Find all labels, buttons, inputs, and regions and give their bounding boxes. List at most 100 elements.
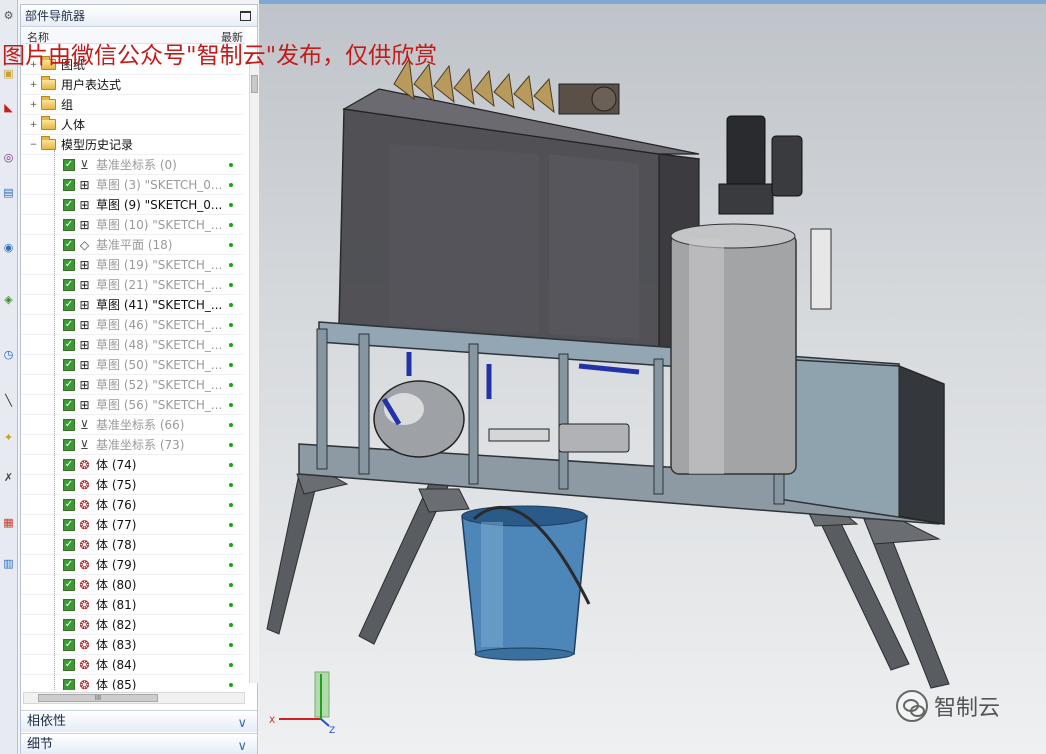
visibility-checkbox[interactable]: ✓	[63, 659, 75, 671]
web-browser-icon[interactable]: ◉	[1, 240, 16, 255]
up-to-date-mark-icon	[229, 383, 233, 387]
visibility-checkbox[interactable]: ✓	[63, 179, 75, 191]
tree-row[interactable]: ✓ ❂ 体 (81)	[21, 595, 243, 615]
process-studio-icon[interactable]: ✗	[1, 470, 16, 485]
visibility-checkbox[interactable]: ✓	[63, 459, 75, 471]
tree-row[interactable]: ✓ ❂ 体 (75)	[21, 475, 243, 495]
constraint-navigator-icon[interactable]: ◣	[1, 100, 16, 115]
tree-row[interactable]: ✓ ⊻ 基准坐标系 (0)	[21, 155, 243, 175]
up-to-date-mark-icon	[229, 623, 233, 627]
tree-row[interactable]: + 人体	[21, 115, 243, 135]
tree-row[interactable]: ✓ ❂ 体 (77)	[21, 515, 243, 535]
tree-row[interactable]: ✓ ⊞ 草图 (56) "SKETCH_...	[21, 395, 243, 415]
expand-toggle-icon[interactable]: +	[29, 101, 38, 110]
section-details-label: 细节	[27, 737, 54, 752]
horizontal-scrollbar[interactable]: III	[23, 692, 245, 704]
tree-row[interactable]: ✓ ❂ 体 (78)	[21, 535, 243, 555]
expand-toggle-icon[interactable]: +	[29, 121, 38, 130]
expand-toggle-icon[interactable]: +	[29, 81, 38, 90]
tree-row[interactable]: − 模型历史记录	[21, 135, 243, 155]
history-icon[interactable]: ◈	[1, 292, 16, 307]
navigator-title: 部件导航器	[25, 9, 86, 23]
tree-row[interactable]: ✓ ❂ 体 (74)	[21, 455, 243, 475]
tree-row[interactable]: ✓ ⊞ 草图 (46) "SKETCH_...	[21, 315, 243, 335]
visibility-checkbox[interactable]: ✓	[63, 299, 75, 311]
chevron-down-icon[interactable]: ∨	[237, 713, 247, 735]
vertical-scroll-thumb[interactable]	[251, 75, 258, 93]
graphics-viewport[interactable]: X Z	[259, 4, 1046, 754]
visibility-checkbox[interactable]: ✓	[63, 419, 75, 431]
tree-row[interactable]: + 组	[21, 95, 243, 115]
visibility-checkbox[interactable]: ✓	[63, 679, 75, 690]
horizontal-scroll-thumb[interactable]: III	[38, 694, 158, 702]
visibility-checkbox[interactable]: ✓	[63, 279, 75, 291]
visibility-checkbox[interactable]: ✓	[63, 579, 75, 591]
visibility-checkbox[interactable]: ✓	[63, 539, 75, 551]
tree-row[interactable]: ✓ ◇ 基准平面 (18)	[21, 235, 243, 255]
visibility-checkbox[interactable]: ✓	[63, 339, 75, 351]
tree-row[interactable]: ✓ ⊞ 草图 (52) "SKETCH_...	[21, 375, 243, 395]
tree-row[interactable]: ✓ ⊞ 草图 (50) "SKETCH_...	[21, 355, 243, 375]
clock-icon[interactable]: ◷	[1, 347, 16, 362]
up-to-date-mark-icon	[229, 403, 233, 407]
visibility-checkbox[interactable]: ✓	[63, 379, 75, 391]
tree-row[interactable]: ✓ ❂ 体 (83)	[21, 635, 243, 655]
tree-row[interactable]: ✓ ⊞ 草图 (19) "SKETCH_...	[21, 255, 243, 275]
tree-row[interactable]: ✓ ❂ 体 (85)	[21, 675, 243, 690]
tree-row[interactable]: ✓ ❂ 体 (76)	[21, 495, 243, 515]
visibility-checkbox[interactable]: ✓	[63, 559, 75, 571]
visibility-checkbox[interactable]: ✓	[63, 259, 75, 271]
tree-row[interactable]: ✓ ⊻ 基准坐标系 (66)	[21, 415, 243, 435]
tree-row[interactable]: ✓ ❂ 体 (80)	[21, 575, 243, 595]
visibility-checkbox[interactable]: ✓	[63, 319, 75, 331]
tree-row[interactable]: ✓ ❂ 体 (84)	[21, 655, 243, 675]
visibility-checkbox[interactable]: ✓	[63, 619, 75, 631]
visibility-checkbox[interactable]: ✓	[63, 399, 75, 411]
tree-row[interactable]: ✓ ⊞ 草图 (9) "SKETCH_0...	[21, 195, 243, 215]
tree-row[interactable]: ✓ ⊞ 草图 (3) "SKETCH_0...	[21, 175, 243, 195]
visibility-checkbox[interactable]: ✓	[63, 519, 75, 531]
tree-row-label: 草图 (41) "SKETCH_...	[96, 298, 223, 312]
pressure-vessel	[373, 380, 465, 458]
section-details[interactable]: 细节 ∨	[21, 733, 257, 754]
tree-row[interactable]: ✓ ⊻ 基准坐标系 (73)	[21, 435, 243, 455]
roles-icon[interactable]: ▥	[1, 556, 16, 571]
system-materials-icon[interactable]: ✦	[1, 430, 16, 445]
visibility-checkbox[interactable]: ✓	[63, 599, 75, 611]
visibility-checkbox[interactable]: ✓	[63, 359, 75, 371]
manufacturing-wizard-icon[interactable]: ▦	[1, 515, 16, 530]
section-dependencies[interactable]: 相依性 ∨	[21, 710, 257, 732]
tree-row[interactable]: ✓ ⊞ 草图 (41) "SKETCH_...	[21, 295, 243, 315]
up-to-date-mark-icon	[229, 543, 233, 547]
maximize-icon[interactable]	[240, 11, 251, 21]
tree-row[interactable]: ✓ ⊞ 草图 (10) "SKETCH_...	[21, 215, 243, 235]
up-to-date-mark-icon	[229, 363, 233, 367]
chevron-down-icon[interactable]: ∨	[237, 736, 247, 754]
hopper-box	[338, 88, 700, 355]
pen-icon[interactable]: ╲	[1, 393, 16, 408]
visibility-checkbox[interactable]: ✓	[63, 159, 75, 171]
hd3d-tools-icon[interactable]: ▤	[1, 185, 16, 200]
visibility-checkbox[interactable]: ✓	[63, 199, 75, 211]
visibility-checkbox[interactable]: ✓	[63, 239, 75, 251]
up-to-date-mark-icon	[229, 343, 233, 347]
reuse-library-icon[interactable]: ◎	[1, 150, 16, 165]
vertical-scrollbar[interactable]	[249, 63, 258, 683]
tree-row[interactable]: ✓ ❂ 体 (79)	[21, 555, 243, 575]
visibility-checkbox[interactable]: ✓	[63, 499, 75, 511]
tree-row[interactable]: ✓ ❂ 体 (82)	[21, 615, 243, 635]
tree-row[interactable]: ✓ ⊞ 草图 (48) "SKETCH_...	[21, 335, 243, 355]
visibility-checkbox[interactable]: ✓	[63, 219, 75, 231]
tree-row-label: 体 (79)	[96, 558, 137, 572]
settings-icon[interactable]: ⚙	[1, 8, 16, 23]
tree-row[interactable]: + 用户表达式	[21, 75, 243, 95]
visibility-checkbox[interactable]: ✓	[63, 439, 75, 451]
datum-csys-icon: ⊻	[80, 158, 89, 172]
datum-csys-icon: ⊻	[80, 438, 89, 452]
expand-toggle-icon[interactable]: −	[29, 141, 38, 150]
tree-row[interactable]: ✓ ⊞ 草图 (21) "SKETCH_...	[21, 275, 243, 295]
up-to-date-mark-icon	[229, 563, 233, 567]
part-navigator-panel: 部件导航器 名称 最新 + 图纸 + 用户表达式 + 组 + 人体 − 模型历史记录 ✓ ⊻ 基准坐标系…	[20, 4, 258, 754]
visibility-checkbox[interactable]: ✓	[63, 479, 75, 491]
visibility-checkbox[interactable]: ✓	[63, 639, 75, 651]
